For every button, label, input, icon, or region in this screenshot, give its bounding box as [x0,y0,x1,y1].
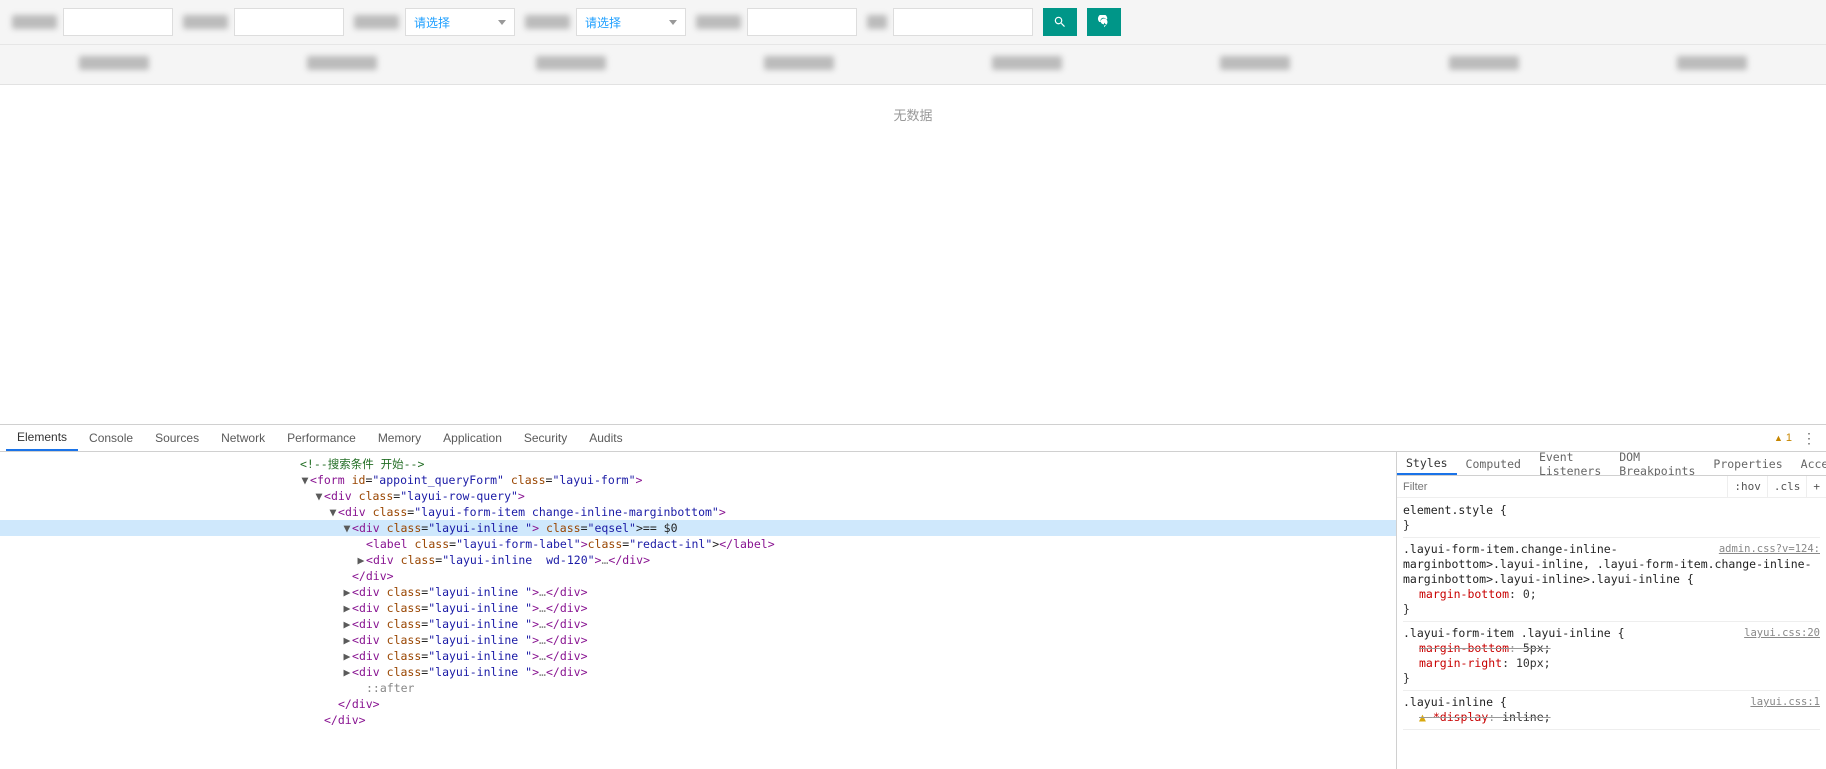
dom-line[interactable]: ▼<div class="layui-inline "> class="eqse… [0,520,1396,536]
table-header-cell [1370,56,1598,73]
styles-filter-input[interactable] [1397,476,1727,497]
styles-filter-bar: :hov .cls + [1397,476,1826,498]
filter-group-1 [12,8,173,36]
styles-tab-computed[interactable]: Computed [1457,452,1530,475]
table-header-cell [1141,56,1369,73]
css-rule[interactable]: layui.css:20.layui-form-item .layui-inli… [1403,624,1820,691]
styles-hov-toggle[interactable]: :hov [1727,476,1767,497]
devtools-tab-console[interactable]: Console [78,425,144,451]
devtools-tab-network[interactable]: Network [210,425,276,451]
refresh-button[interactable] [1087,8,1121,36]
dom-tree[interactable]: <!--搜索条件 开始-->▼<form id="appoint_queryFo… [0,452,1396,769]
filter-select-2[interactable]: 请选择 [576,8,686,36]
table-header-cell [0,56,228,73]
chevron-down-icon [498,20,506,25]
dom-line[interactable]: <label class="layui-form-label">class="r… [0,536,1396,552]
styles-cls-toggle[interactable]: .cls [1767,476,1807,497]
dom-line[interactable]: ::after [0,680,1396,696]
dom-line[interactable]: ▼<div class="layui-row-query"> [0,488,1396,504]
dom-line[interactable]: ▼<form id="appoint_queryForm" class="lay… [0,472,1396,488]
filter-label-5 [696,15,741,29]
table-header-cell [1598,56,1826,73]
dom-line[interactable]: </div> [0,568,1396,584]
styles-rules[interactable]: element.style {}admin.css?v=124:.layui-f… [1397,498,1826,769]
filter-label-3 [354,15,399,29]
dom-line[interactable]: ▶<div class="layui-inline ">…</div> [0,632,1396,648]
table-header-cell [228,56,456,73]
search-button[interactable] [1043,8,1077,36]
filter-label-6 [867,15,887,29]
styles-tabs: Styles Computed Event Listeners DOM Brea… [1397,452,1826,476]
devtools-warning-count[interactable]: 1 [1774,432,1792,444]
filter-select-1[interactable]: 请选择 [405,8,515,36]
filter-label-4 [525,15,570,29]
styles-tab-breakpoints[interactable]: DOM Breakpoints [1610,452,1704,475]
filter-input-2[interactable] [234,8,344,36]
table-header [0,45,1826,85]
devtools-tab-audits[interactable]: Audits [578,425,633,451]
styles-tab-listeners[interactable]: Event Listeners [1530,452,1610,475]
devtools-tab-application[interactable]: Application [432,425,513,451]
dom-line[interactable]: ▶<div class="layui-inline ">…</div> [0,648,1396,664]
filter-label-2 [183,15,228,29]
filter-bar: 请选择 请选择 [0,0,1826,45]
table-header-cell [685,56,913,73]
filter-select-2-placeholder: 请选择 [585,14,621,31]
table-empty-state: 无数据 [0,85,1826,144]
css-rule[interactable]: admin.css?v=124:.layui-form-item.change-… [1403,540,1820,622]
search-icon [1053,15,1067,29]
styles-tab-properties[interactable]: Properties [1704,452,1791,475]
devtools-tab-sources[interactable]: Sources [144,425,210,451]
chevron-down-icon [669,20,677,25]
dom-line[interactable]: </div> [0,696,1396,712]
styles-add-rule[interactable]: + [1806,476,1826,497]
dom-line[interactable]: ▶<div class="layui-inline wd-120">…</div… [0,552,1396,568]
table-header-cell [913,56,1141,73]
styles-tab-styles[interactable]: Styles [1397,452,1457,475]
devtools-tab-security[interactable]: Security [513,425,578,451]
dom-line[interactable]: </div> [0,712,1396,728]
filter-group-6 [867,8,1033,36]
filter-input-4[interactable] [893,8,1033,36]
filter-input-3[interactable] [747,8,857,36]
devtools-panel: Elements Console Sources Network Perform… [0,424,1826,769]
css-rule[interactable]: layui.css:1.layui-inline {▲ *display: in… [1403,693,1820,730]
refresh-icon [1097,15,1111,29]
dom-line[interactable]: ▶<div class="layui-inline ">…</div> [0,664,1396,680]
filter-label-1 [12,15,57,29]
devtools-tab-performance[interactable]: Performance [276,425,367,451]
filter-input-1[interactable] [63,8,173,36]
dom-line[interactable]: ▶<div class="layui-inline ">…</div> [0,584,1396,600]
css-rule[interactable]: element.style {} [1403,501,1820,538]
dom-line[interactable]: ▶<div class="layui-inline ">…</div> [0,600,1396,616]
dom-line[interactable]: ▶<div class="layui-inline ">…</div> [0,616,1396,632]
filter-group-3: 请选择 [354,8,515,36]
devtools-tabs: Elements Console Sources Network Perform… [0,425,1826,452]
table-header-cell [457,56,685,73]
dom-line[interactable]: ▼<div class="layui-form-item change-inli… [0,504,1396,520]
devtools-tab-memory[interactable]: Memory [367,425,432,451]
filter-group-5 [696,8,857,36]
devtools-menu-icon[interactable]: ⋮ [1802,430,1816,447]
styles-tab-accessibility[interactable]: Accessibility [1792,452,1826,475]
filter-group-4: 请选择 [525,8,686,36]
filter-select-1-placeholder: 请选择 [414,14,450,31]
styles-panel: Styles Computed Event Listeners DOM Brea… [1396,452,1826,769]
devtools-tab-elements[interactable]: Elements [6,425,78,451]
filter-group-2 [183,8,344,36]
